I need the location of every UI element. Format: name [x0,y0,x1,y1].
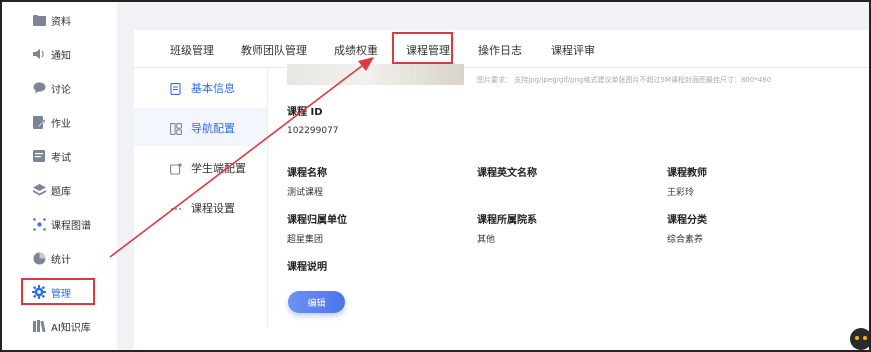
pie-chart-icon [32,251,46,265]
course-department-value: 其他 [477,235,496,245]
submenu-item-nav-config[interactable]: 导航配置 [134,108,267,146]
course-teacher-label: 课程教师 [667,168,707,179]
tab-course-review[interactable]: 课程评审 [551,42,595,58]
sidebar-item-label: AI知识库 [51,322,91,334]
chat-bubble-icon [32,81,46,95]
tab-operation-log[interactable]: 操作日志 [478,42,522,58]
tab-grade-weight[interactable]: 成绩权重 [334,42,378,58]
sidebar-item-homework[interactable]: 作业 [2,107,117,137]
doc-icon [170,80,182,95]
speaker-icon [32,47,46,61]
submenu-item-label: 学生端配置 [191,162,246,175]
course-name-label: 课程名称 [287,168,327,179]
dots-icon [170,200,182,212]
course-department-label: 课程所属院系 [477,215,537,226]
cover-requirement-hint: 图片要求： 支持jpg/jpeg/gif/png格式建议单张图片不超过5M课程封… [477,76,772,84]
sidebar-item-notice[interactable]: 通知 [2,39,117,69]
books-icon [32,319,46,333]
layout-icon [170,120,182,135]
mascot-eye [855,336,859,340]
course-cover-image[interactable] [287,64,464,85]
course-unit-label: 课程归属单位 [287,215,347,226]
sidebar-item-label: 考试 [51,152,71,164]
assistant-mascot-icon[interactable] [850,328,869,350]
sidebar-item-label: 资料 [51,16,71,28]
course-category-value: 综合素养 [667,235,704,245]
sidebar-item-label: 通知 [51,50,71,62]
tab-class-management[interactable]: 班级管理 [170,42,214,58]
course-unit-value: 超星集团 [287,235,324,245]
sidebar-item-course-graph[interactable]: 课程图谱 [2,209,117,239]
course-id-value: 102299077 [287,126,339,136]
course-description-label: 课程说明 [287,262,327,273]
course-en-name-label: 课程英文名称 [477,168,537,179]
course-name-value: 测试课程 [287,188,324,198]
sidebar-item-label: 讨论 [51,84,71,96]
submenu-item-course-settings[interactable]: 课程设置 [134,188,267,226]
sidebar-item-materials[interactable]: 资料 [2,5,117,35]
exam-doc-icon [32,149,46,163]
tab-bar: 班级管理 教师团队管理 成绩权重 课程管理 操作日志 课程评审 [134,30,869,68]
mascot-eye [863,336,867,340]
sidebar-item-label: 题库 [51,186,71,198]
sidebar-item-statistics[interactable]: 统计 [2,243,117,273]
folder-icon [32,13,46,27]
edit-button[interactable]: 编辑 [288,291,345,313]
sidebar-item-question-bank[interactable]: 题库 [2,175,117,205]
sidebar-item-label: 统计 [51,254,71,266]
tab-teacher-team[interactable]: 教师团队管理 [241,42,307,58]
app-window: 资料 通知 讨论 作业 考试 题库 课程图谱 统计 管理 AI知识库 班级管理 … [0,0,871,352]
screen-icon [170,160,182,175]
course-category-label: 课程分类 [667,215,707,226]
layers-icon [32,183,46,197]
sidebar-item-exam[interactable]: 考试 [2,141,117,171]
submenu-item-basic-info[interactable]: 基本信息 [134,68,267,106]
course-id-label: 课程 ID [287,107,323,118]
sidebar-item-label: 课程图谱 [51,220,91,232]
highlight-box-tab [392,32,453,64]
settings-submenu: 基本信息 导航配置 学生端配置 课程设置 [134,68,268,328]
sidebar-item-label: 作业 [51,118,71,130]
submenu-item-label: 基本信息 [191,82,235,95]
sidebar-item-ai-knowledge[interactable]: AI知识库 [2,311,117,341]
highlight-box-sidebar [21,278,95,305]
graph-nodes-icon [32,217,46,231]
sidebar-item-discussion[interactable]: 讨论 [2,73,117,103]
submenu-item-label: 课程设置 [191,202,235,215]
submenu-item-label: 导航配置 [191,122,235,135]
course-teacher-value: 王彩玲 [667,188,695,198]
pencil-doc-icon [32,115,46,129]
submenu-item-student-config[interactable]: 学生端配置 [134,148,267,186]
